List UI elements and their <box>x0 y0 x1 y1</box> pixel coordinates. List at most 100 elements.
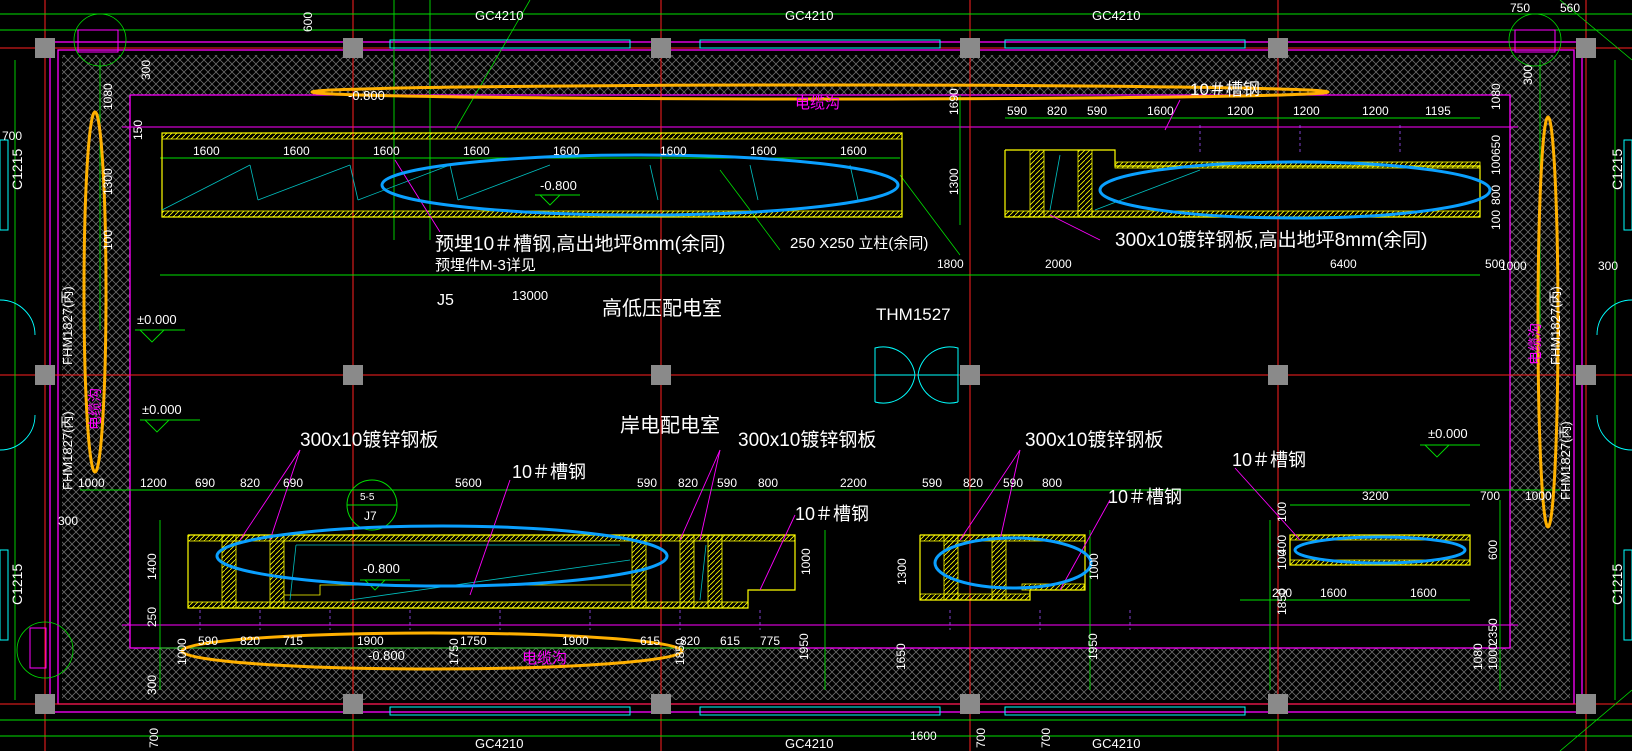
dim-ll-7: 590 <box>637 476 657 490</box>
dim-ll-16: 3200 <box>1362 489 1389 503</box>
dim-left-1: 300 <box>139 60 153 80</box>
note-channel-1: 10＃槽钢 <box>512 462 586 482</box>
dim-ll-8: 820 <box>678 476 698 490</box>
cad-drawing: GC4210 GC4210 GC4210 GC4210 GC4210 GC421… <box>0 0 1632 751</box>
dim-bc-10: 615 <box>720 634 740 648</box>
note-plate-2: 300x10镀锌钢板 <box>738 429 876 451</box>
dim-lrc-2: 1600 <box>1320 586 1347 600</box>
dim-bc-6: 1750 <box>460 634 487 648</box>
label-detail: 5-5 <box>360 492 375 503</box>
dim-bottom-4: 700 <box>1039 728 1053 748</box>
dim-right-3: 100 <box>1489 155 1503 175</box>
dim-bv-4: 1650 <box>894 643 908 670</box>
dim-lower-full-4: 500 <box>1485 257 1505 271</box>
dim-ll-11: 2200 <box>840 476 867 490</box>
elev-upper-left-trench: -0.800 <box>540 178 577 193</box>
dim-ll-4: 820 <box>240 476 260 490</box>
label-j5: J5 <box>437 292 454 309</box>
dim-upper-mid-2: 1300 <box>947 168 961 195</box>
dim-ll-3: 690 <box>195 476 215 490</box>
dim-lrc-3: 1600 <box>1410 586 1437 600</box>
dim-ll-2: 1200 <box>140 476 167 490</box>
dim-upper-right-5: 1200 <box>1227 104 1254 118</box>
room-top-trench: 电缆沟 <box>795 95 840 112</box>
dim-upper-mid-1: 1690 <box>947 88 961 115</box>
dim-left-6: 100 <box>101 230 115 250</box>
note-plate-1: 300x10镀锌钢板 <box>300 429 438 451</box>
dim-bv-6: 1080 <box>1471 643 1485 670</box>
dim-lmv-2: 1300 <box>895 558 909 585</box>
elev-left-upper: ±0.000 <box>137 312 177 327</box>
note-embed-detail: 预埋件M-3详见 <box>435 257 536 274</box>
dim-bottom-3: 700 <box>974 728 988 748</box>
dim-lls-4: 300 <box>145 675 159 695</box>
dim-upper-right-8: 1195 <box>1425 104 1451 118</box>
note-channel-4: 10＃槽钢 <box>1232 450 1306 470</box>
note-embed: 预埋10＃槽钢,高出地坪8mm(余同) <box>435 233 725 255</box>
window-top-1: GC4210 <box>475 8 523 23</box>
dim-bc-3: 820 <box>240 634 260 648</box>
room-bottom-trench: 电缆沟 <box>522 650 567 667</box>
dim-ll-15: 800 <box>1042 476 1062 490</box>
room-lower: 岸电配电室 <box>620 414 720 437</box>
note-channel-2: 10＃槽钢 <box>795 504 869 524</box>
dim-right-1: 1080 <box>1489 83 1503 110</box>
note-channel-3: 10＃槽钢 <box>1108 487 1182 507</box>
dim-upper-left-4: 1600 <box>463 144 490 158</box>
label-span: 13000 <box>512 288 548 303</box>
elev-right-lower: ±0.000 <box>1428 426 1468 441</box>
elev-bottom-trench: -0.800 <box>368 648 405 663</box>
dim-ll-10: 800 <box>758 476 778 490</box>
door-center: THM1527 <box>876 305 951 324</box>
door-left-lower: FHM1827(丙) <box>60 411 75 490</box>
dim-lower-full-1: 1800 <box>937 257 964 271</box>
window-side-1: C1215 <box>9 149 25 190</box>
dim-ll-9: 590 <box>717 476 737 490</box>
dim-lower-full-3: 6400 <box>1330 257 1357 271</box>
dim-lrv-6: 2350 <box>1486 618 1500 645</box>
dim-lrv-7: 1000 <box>1486 643 1500 670</box>
door-right-lower: FHM1827(丙) <box>1558 421 1573 500</box>
window-side-4: C1215 <box>1609 564 1625 605</box>
dim-bv-1: 1750 <box>447 638 461 665</box>
room-right-trench: 电缆沟 <box>1527 323 1543 365</box>
dim-lmv-1: 1000 <box>799 548 813 575</box>
note-plate-3: 300x10镀锌钢板 <box>1025 429 1163 451</box>
dim-lls-3: 250 <box>145 607 159 627</box>
dim-upper-right-7: 1200 <box>1362 104 1389 118</box>
dim-bottom-2: 1600 <box>910 729 937 743</box>
dim-upper-right-3: 590 <box>1087 104 1107 118</box>
dim-ll-14: 590 <box>1003 476 1023 490</box>
dim-lrc-1: 200 <box>1272 586 1292 600</box>
dim-upper-left-5: 1600 <box>553 144 580 158</box>
dim-top-600: 600 <box>301 12 315 32</box>
dim-bv-5: 1950 <box>1086 633 1100 660</box>
dim-right-8: 300 <box>1598 259 1618 273</box>
window-top-2: GC4210 <box>785 8 833 23</box>
dim-upper-left-2: 1600 <box>283 144 310 158</box>
dim-ll-18: 1000 <box>1525 489 1552 503</box>
dim-left-3: 150 <box>131 120 145 140</box>
dim-ll-5: 690 <box>283 476 303 490</box>
window-side-2: C1215 <box>9 564 25 605</box>
dim-ll-13: 820 <box>963 476 983 490</box>
dim-upper-left-8: 1600 <box>840 144 867 158</box>
dim-lrv-3: 100 <box>1275 550 1289 570</box>
door-right-upper: FHM1827(丙) <box>1548 286 1563 365</box>
dim-ll-12: 590 <box>922 476 942 490</box>
window-bottom-1: GC4210 <box>475 736 523 751</box>
dim-top-560: 560 <box>1560 1 1580 15</box>
dim-upper-right-2: 820 <box>1047 104 1067 118</box>
dim-bc-5: 1900 <box>357 634 384 648</box>
dim-bc-11: 775 <box>760 634 780 648</box>
door-left-upper: FHM1827(丙) <box>60 286 75 365</box>
dim-upper-left-3: 1600 <box>373 144 400 158</box>
dim-ll-6: 5600 <box>455 476 482 490</box>
dim-bv-2: 1850 <box>673 638 687 665</box>
dim-right-6: 100 <box>1489 210 1503 230</box>
dim-upper-right-1: 590 <box>1007 104 1027 118</box>
dim-lls-1: 300 <box>58 514 78 528</box>
label-j7: J7 <box>364 509 377 523</box>
note-column: 250 X250 立柱(余同) <box>790 234 928 252</box>
note-plate-high: 300x10镀锌钢板,高出地坪8mm(余同) <box>1115 229 1428 251</box>
